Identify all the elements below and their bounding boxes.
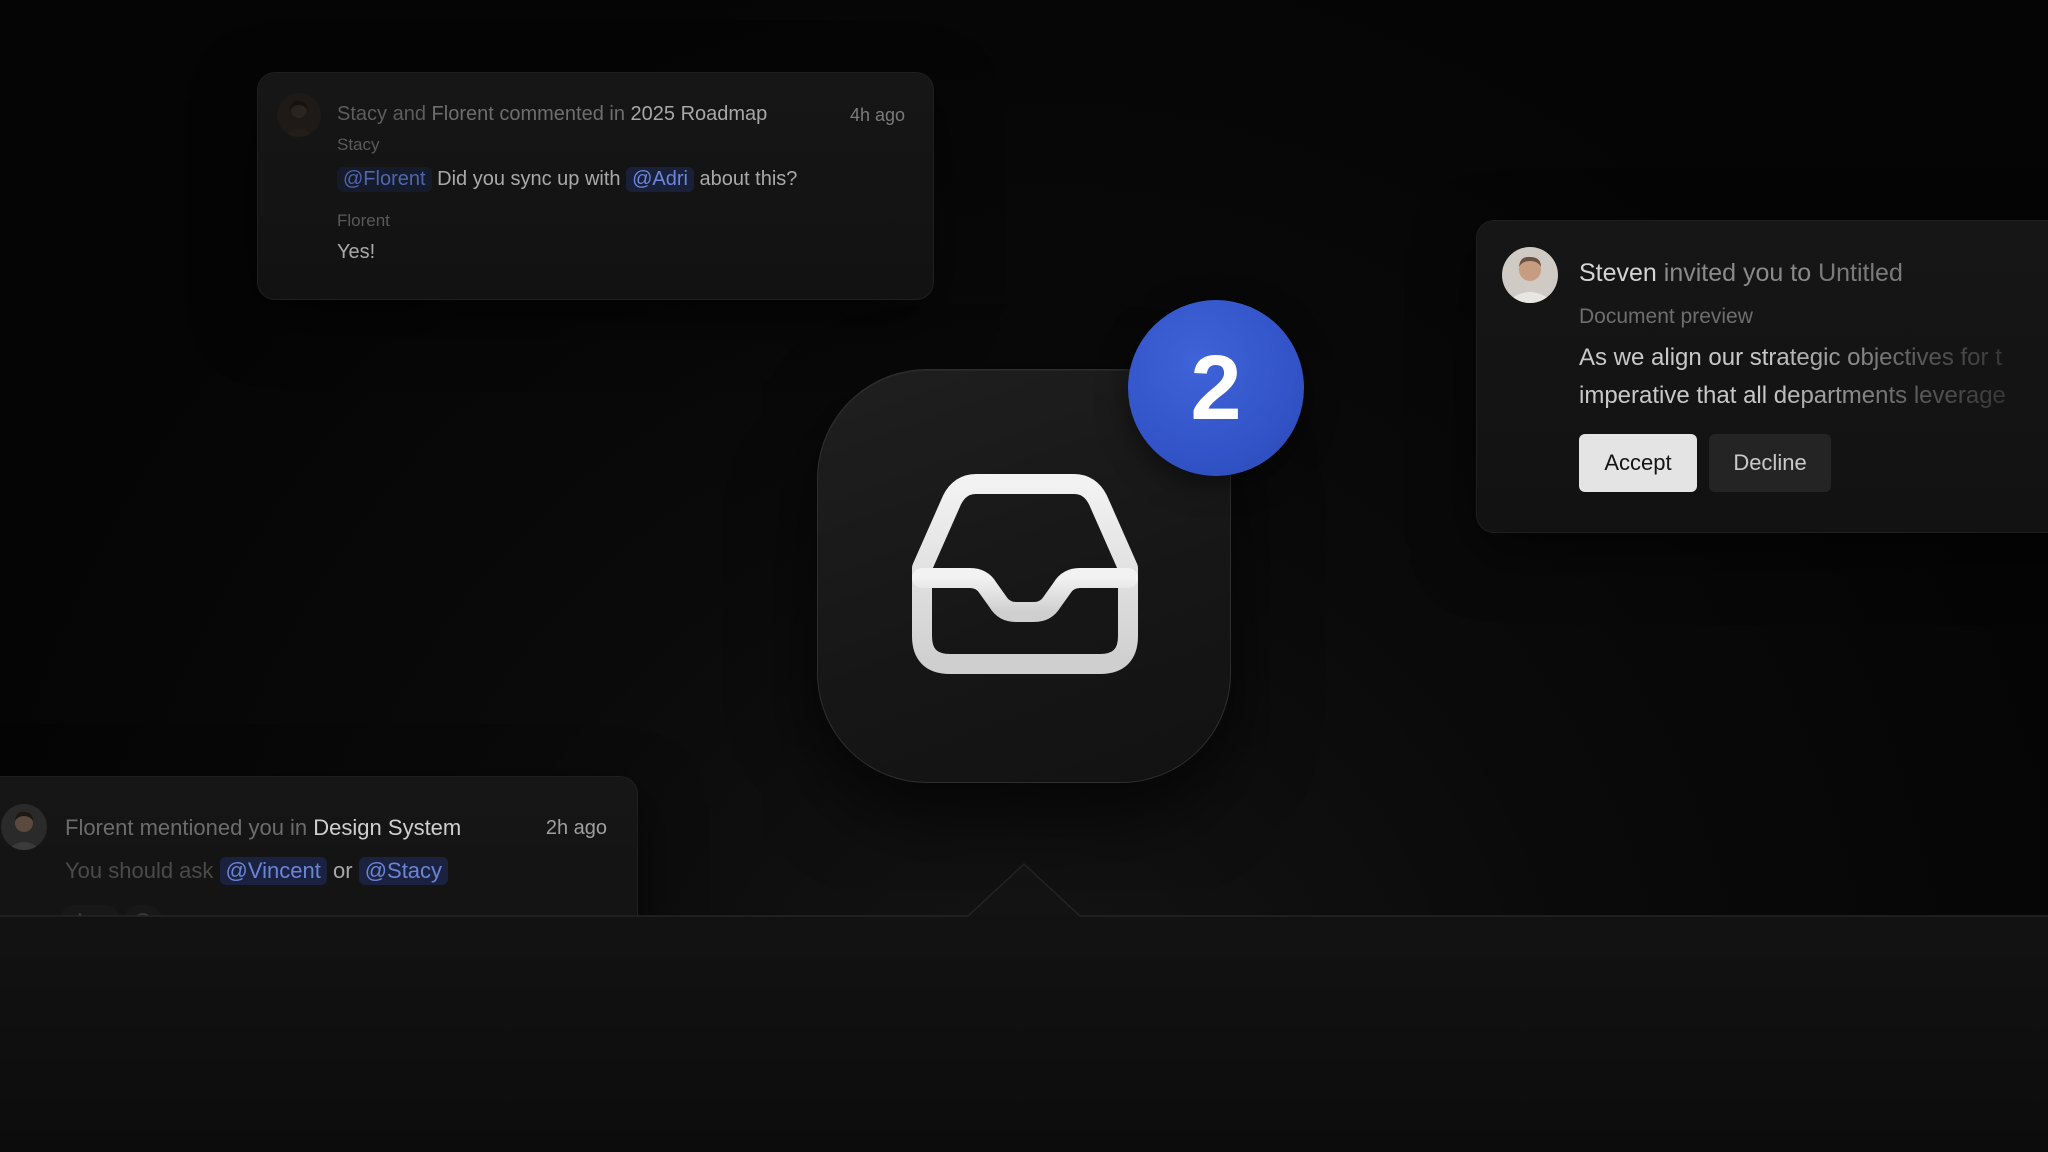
- unread-count-badge: 2: [1128, 300, 1304, 476]
- person-a: Stacy: [337, 103, 388, 125]
- document-preview: As we align our strategic objectives for…: [1579, 339, 2048, 415]
- decline-button[interactable]: Decline: [1709, 434, 1831, 492]
- action-text: mentioned you in: [139, 815, 308, 840]
- action-text: commented in: [499, 103, 625, 125]
- comment-fragment: about this?: [699, 168, 798, 190]
- accept-button[interactable]: Accept: [1579, 434, 1697, 492]
- inbox-tray-icon: [912, 474, 1138, 674]
- mention-chip[interactable]: @Adri: [626, 167, 694, 192]
- document-link[interactable]: Untitled: [1818, 259, 1903, 287]
- notification-card-invite[interactable]: Steven invited you to Untitled Document …: [1476, 220, 2048, 533]
- inviter-name: Steven: [1579, 259, 1657, 287]
- mention-chip[interactable]: @Florent: [337, 167, 432, 192]
- notification-header: Florent mentioned you in Design System: [65, 815, 461, 841]
- invite-title: Steven invited you to Untitled: [1579, 259, 1903, 288]
- preview-line: As we align our strategic objectives for…: [1579, 344, 2002, 371]
- stage: Stacy and Florent commented in 2025 Road…: [0, 0, 2048, 1152]
- avatar: [277, 93, 321, 137]
- timestamp: 4h ago: [849, 105, 905, 125]
- invite-action: invited you to: [1663, 259, 1812, 287]
- preview-line: imperative that all departments leverage: [1579, 382, 2006, 409]
- preview-label: Document preview: [1579, 305, 1753, 328]
- comment-fragment: Did you sync up with: [437, 168, 621, 190]
- avatar: [1502, 247, 1558, 303]
- target-doc-link[interactable]: 2025 Roadmap: [631, 103, 768, 125]
- conjunction: and: [392, 103, 426, 125]
- notification-header: Stacy and Florent commented in 2025 Road…: [337, 103, 767, 126]
- timestamp: 2h ago: [545, 817, 607, 839]
- comment-author: Stacy: [337, 135, 380, 154]
- comment-text: Yes!: [337, 241, 376, 263]
- person-b: Florent: [431, 103, 494, 125]
- dock-tray: [0, 862, 2048, 1152]
- notification-card-roadmap[interactable]: Stacy and Florent commented in 2025 Road…: [257, 72, 934, 300]
- comment-author: Florent: [337, 211, 390, 230]
- person: Florent: [65, 815, 134, 840]
- comment-text: @Florent Did you sync up with @Adri abou…: [337, 167, 797, 192]
- target-doc-link[interactable]: Design System: [313, 815, 461, 840]
- avatar: [1, 804, 47, 850]
